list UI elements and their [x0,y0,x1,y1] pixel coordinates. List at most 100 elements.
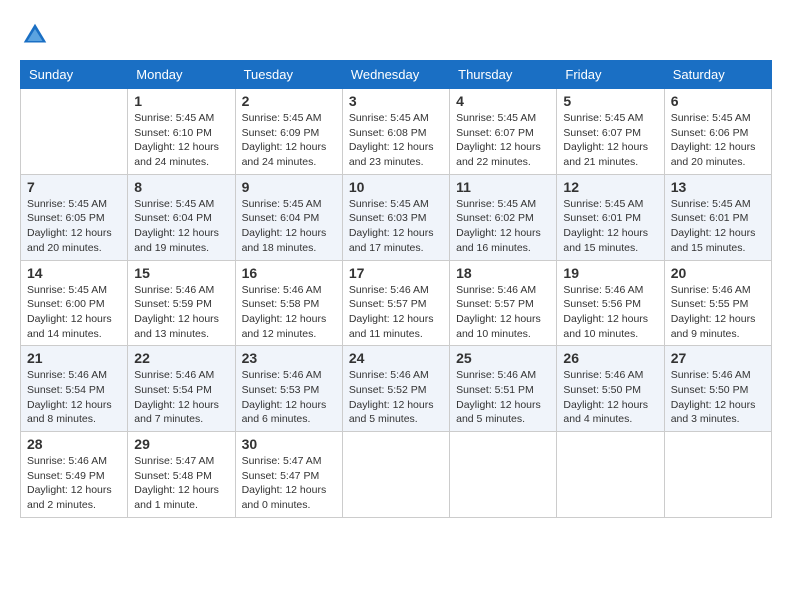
day-number: 10 [349,179,443,195]
calendar-cell [342,432,449,518]
day-number: 19 [563,265,657,281]
day-number: 25 [456,350,550,366]
calendar-cell: 9 Sunrise: 5:45 AMSunset: 6:04 PMDaylight… [235,174,342,260]
day-info: Sunrise: 5:45 AMSunset: 6:04 PMDaylight:… [242,197,336,256]
day-number: 11 [456,179,550,195]
day-info: Sunrise: 5:45 AMSunset: 6:06 PMDaylight:… [671,111,765,170]
day-number: 22 [134,350,228,366]
calendar-cell: 20 Sunrise: 5:46 AMSunset: 5:55 PMDayligh… [664,260,771,346]
day-info: Sunrise: 5:46 AMSunset: 5:51 PMDaylight:… [456,368,550,427]
day-info: Sunrise: 5:46 AMSunset: 5:57 PMDaylight:… [456,283,550,342]
calendar-cell: 4Sunrise: 5:45 AMSunset: 6:07 PMDaylight… [450,89,557,175]
calendar-cell [450,432,557,518]
day-number: 17 [349,265,443,281]
week-row-2: 14 Sunrise: 5:45 AMSunset: 6:00 PMDayligh… [21,260,772,346]
day-number: 3 [349,93,443,109]
day-info: Sunrise: 5:46 AMSunset: 5:54 PMDaylight:… [27,368,121,427]
day-number: 1 [134,93,228,109]
day-number: 18 [456,265,550,281]
day-number: 15 [134,265,228,281]
header-thursday: Thursday [450,61,557,89]
day-number: 13 [671,179,765,195]
day-number: 24 [349,350,443,366]
calendar-cell: 8 Sunrise: 5:45 AMSunset: 6:04 PMDaylight… [128,174,235,260]
calendar-cell: 2 Sunrise: 5:45 AMSunset: 6:09 PMDaylight… [235,89,342,175]
logo [20,20,54,50]
header-tuesday: Tuesday [235,61,342,89]
day-number: 20 [671,265,765,281]
calendar-cell: 22 Sunrise: 5:46 AMSunset: 5:54 PMDayligh… [128,346,235,432]
day-number: 28 [27,436,121,452]
calendar-cell: 24 Sunrise: 5:46 AMSunset: 5:52 PMDayligh… [342,346,449,432]
day-number: 2 [242,93,336,109]
day-info: Sunrise: 5:45 AMSunset: 6:01 PMDaylight:… [671,197,765,256]
calendar-cell: 19 Sunrise: 5:46 AMSunset: 5:56 PMDayligh… [557,260,664,346]
day-info: Sunrise: 5:46 AMSunset: 5:49 PMDaylight:… [27,454,121,513]
day-number: 21 [27,350,121,366]
calendar-cell: 10 Sunrise: 5:45 AMSunset: 6:03 PMDayligh… [342,174,449,260]
calendar-cell: 28 Sunrise: 5:46 AMSunset: 5:49 PMDayligh… [21,432,128,518]
day-number: 26 [563,350,657,366]
calendar-cell: 26 Sunrise: 5:46 AMSunset: 5:50 PMDayligh… [557,346,664,432]
day-info: Sunrise: 5:46 AMSunset: 5:50 PMDaylight:… [563,368,657,427]
day-info: Sunrise: 5:45 AMSunset: 6:02 PMDaylight:… [456,197,550,256]
week-row-4: 28 Sunrise: 5:46 AMSunset: 5:49 PMDayligh… [21,432,772,518]
day-info: Sunrise: 5:45 AMSunset: 6:09 PMDaylight:… [242,111,336,170]
day-info: Sunrise: 5:45 AMSunset: 6:08 PMDaylight:… [349,111,443,170]
calendar-cell: 3 Sunrise: 5:45 AMSunset: 6:08 PMDaylight… [342,89,449,175]
week-row-0: 1 Sunrise: 5:45 AMSunset: 6:10 PMDaylight… [21,89,772,175]
day-number: 5 [563,93,657,109]
calendar-cell: 18 Sunrise: 5:46 AMSunset: 5:57 PMDayligh… [450,260,557,346]
day-number: 9 [242,179,336,195]
week-row-1: 7 Sunrise: 5:45 AMSunset: 6:05 PMDaylight… [21,174,772,260]
day-info: Sunrise: 5:45 AMSunset: 6:07 PMDaylight:… [456,111,550,170]
calendar-cell [21,89,128,175]
calendar-cell: 30 Sunrise: 5:47 AMSunset: 5:47 PMDayligh… [235,432,342,518]
day-info: Sunrise: 5:46 AMSunset: 5:54 PMDaylight:… [134,368,228,427]
header-monday: Monday [128,61,235,89]
day-number: 8 [134,179,228,195]
calendar-cell: 12 Sunrise: 5:45 AMSunset: 6:01 PMDayligh… [557,174,664,260]
day-info: Sunrise: 5:45 AMSunset: 6:03 PMDaylight:… [349,197,443,256]
header-wednesday: Wednesday [342,61,449,89]
day-number: 23 [242,350,336,366]
day-info: Sunrise: 5:46 AMSunset: 5:57 PMDaylight:… [349,283,443,342]
page-header [20,20,772,50]
day-info: Sunrise: 5:46 AMSunset: 5:55 PMDaylight:… [671,283,765,342]
calendar-cell [664,432,771,518]
header-saturday: Saturday [664,61,771,89]
week-row-3: 21 Sunrise: 5:46 AMSunset: 5:54 PMDayligh… [21,346,772,432]
day-info: Sunrise: 5:47 AMSunset: 5:47 PMDaylight:… [242,454,336,513]
day-info: Sunrise: 5:45 AMSunset: 6:10 PMDaylight:… [134,111,228,170]
calendar-cell: 1 Sunrise: 5:45 AMSunset: 6:10 PMDaylight… [128,89,235,175]
day-number: 14 [27,265,121,281]
calendar-table: SundayMondayTuesdayWednesdayThursdayFrid… [20,60,772,518]
calendar-cell: 13 Sunrise: 5:45 AMSunset: 6:01 PMDayligh… [664,174,771,260]
day-info: Sunrise: 5:45 AMSunset: 6:04 PMDaylight:… [134,197,228,256]
header-friday: Friday [557,61,664,89]
day-info: Sunrise: 5:46 AMSunset: 5:59 PMDaylight:… [134,283,228,342]
day-number: 7 [27,179,121,195]
day-number: 12 [563,179,657,195]
day-info: Sunrise: 5:45 AMSunset: 6:00 PMDaylight:… [27,283,121,342]
day-info: Sunrise: 5:46 AMSunset: 5:56 PMDaylight:… [563,283,657,342]
day-number: 30 [242,436,336,452]
day-info: Sunrise: 5:45 AMSunset: 6:01 PMDaylight:… [563,197,657,256]
header-sunday: Sunday [21,61,128,89]
day-info: Sunrise: 5:46 AMSunset: 5:52 PMDaylight:… [349,368,443,427]
calendar-cell: 11 Sunrise: 5:45 AMSunset: 6:02 PMDayligh… [450,174,557,260]
calendar-cell: 5 Sunrise: 5:45 AMSunset: 6:07 PMDaylight… [557,89,664,175]
calendar-cell: 25 Sunrise: 5:46 AMSunset: 5:51 PMDayligh… [450,346,557,432]
day-info: Sunrise: 5:45 AMSunset: 6:07 PMDaylight:… [563,111,657,170]
day-info: Sunrise: 5:45 AMSunset: 6:05 PMDaylight:… [27,197,121,256]
calendar-cell: 21 Sunrise: 5:46 AMSunset: 5:54 PMDayligh… [21,346,128,432]
day-number: 6 [671,93,765,109]
calendar-header-row: SundayMondayTuesdayWednesdayThursdayFrid… [21,61,772,89]
day-info: Sunrise: 5:47 AMSunset: 5:48 PMDaylight:… [134,454,228,513]
calendar-cell: 16Sunrise: 5:46 AMSunset: 5:58 PMDayligh… [235,260,342,346]
day-number: 29 [134,436,228,452]
calendar-cell: 7 Sunrise: 5:45 AMSunset: 6:05 PMDaylight… [21,174,128,260]
day-number: 27 [671,350,765,366]
logo-icon [20,20,50,50]
calendar-cell: 27Sunrise: 5:46 AMSunset: 5:50 PMDayligh… [664,346,771,432]
